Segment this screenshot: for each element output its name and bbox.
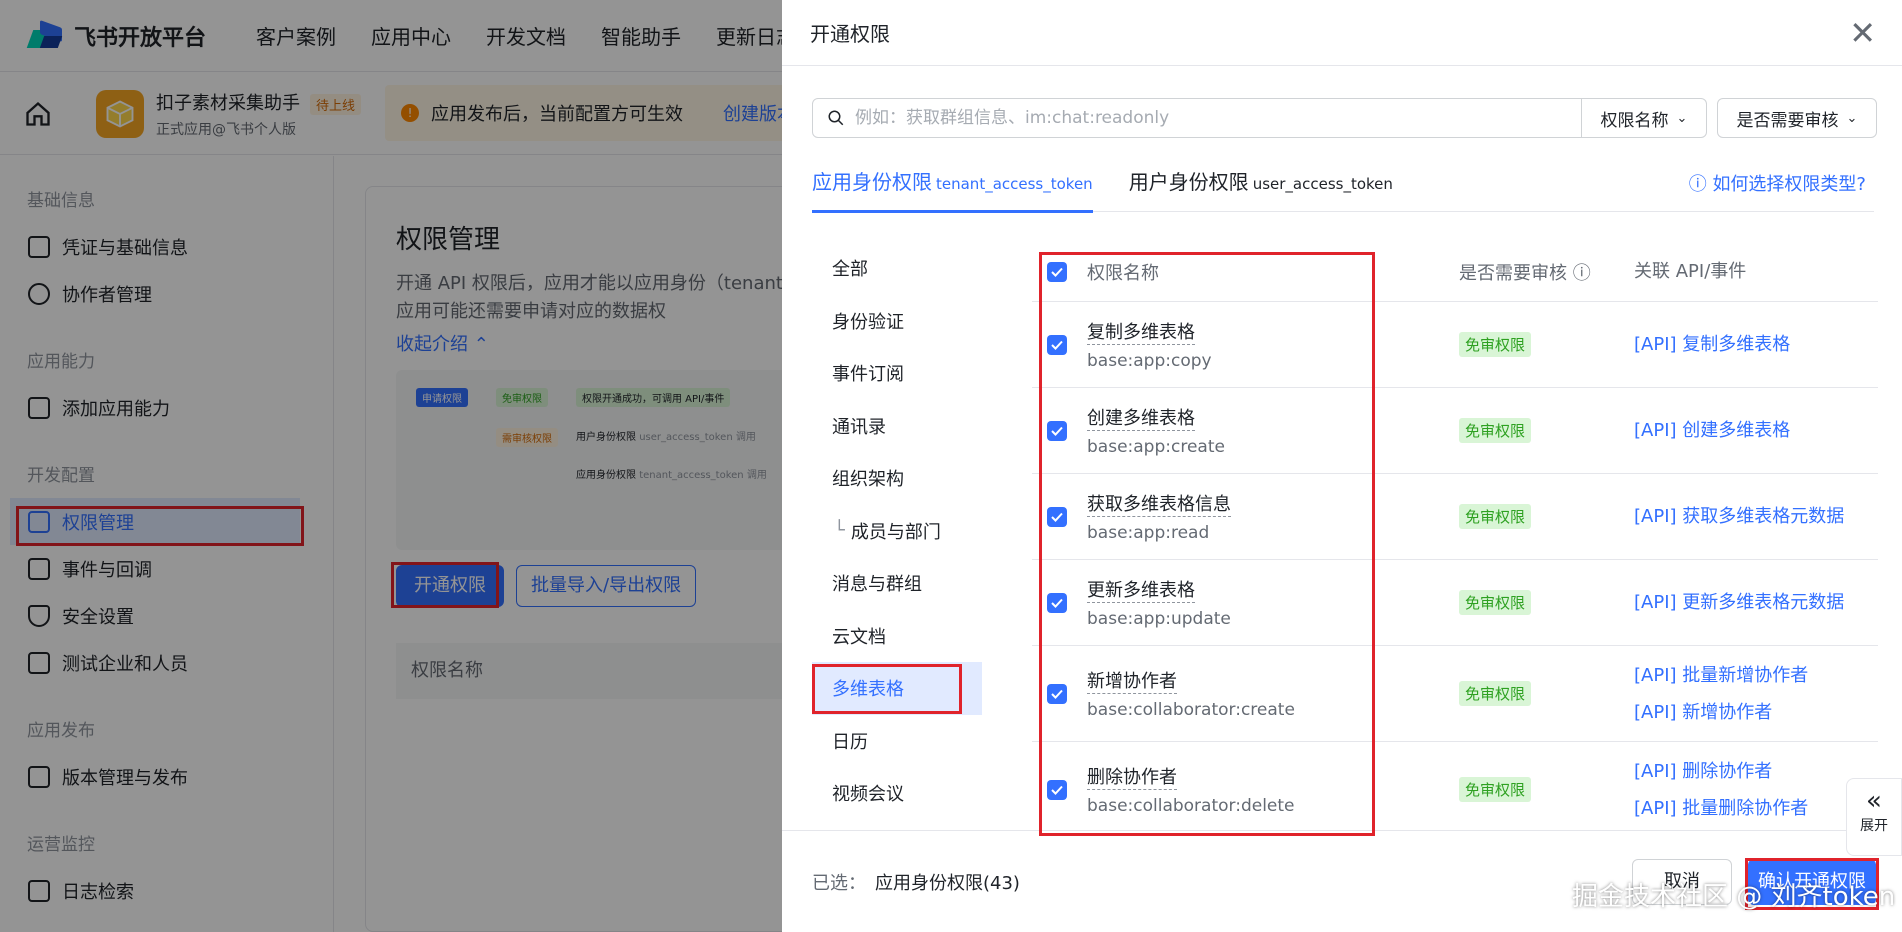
tab-user-permissions[interactable]: 用户身份权限 user_access_token: [1129, 166, 1393, 212]
col-permission-name: 权限名称: [1087, 262, 1159, 284]
expand-panel-button[interactable]: « 展开: [1846, 778, 1902, 856]
table-row: 更新多维表格 base:app:update 免审权限 [API] 更新多维表格元…: [1032, 560, 1878, 646]
permission-key: base:app:copy: [1087, 351, 1212, 371]
question-circle-icon[interactable]: ⓘ: [1573, 263, 1591, 284]
check-icon: [1051, 689, 1063, 699]
table-row: 创建多维表格 base:app:create 免审权限 [API] 创建多维表格: [1032, 388, 1878, 474]
check-icon: [1051, 785, 1063, 795]
api-link[interactable]: [API] 创建多维表格: [1634, 417, 1854, 444]
search-input[interactable]: [855, 108, 1535, 128]
search-icon: [828, 110, 844, 126]
selected-value: 应用身份权限(43): [875, 873, 1020, 894]
table-row: 删除协作者 base:collaborator:delete 免审权限 [API]…: [1032, 742, 1878, 832]
permission-key: base:app:create: [1087, 437, 1225, 457]
chevron-down-icon: ⌄: [1676, 110, 1688, 126]
check-icon: [1051, 267, 1063, 277]
col-review: 是否需要审核 ⓘ: [1459, 259, 1634, 285]
api-link[interactable]: [API] 新增协作者: [1634, 699, 1854, 726]
permission-key: base:collaborator:delete: [1087, 796, 1295, 816]
category-item-bitable[interactable]: 多维表格: [812, 662, 982, 715]
table-row: 获取多维表格信息 base:app:read 免审权限 [API] 获取多维表格元…: [1032, 474, 1878, 560]
help-label: 如何选择权限类型?: [1712, 174, 1866, 195]
double-chevron-left-icon: «: [1866, 786, 1882, 816]
category-item-auth[interactable]: 身份验证: [812, 295, 982, 348]
category-item-members[interactable]: └ 成员与部门: [812, 505, 982, 558]
row-checkbox[interactable]: [1047, 683, 1067, 704]
tab-sublabel: tenant_access_token: [936, 175, 1093, 193]
api-link[interactable]: [API] 复制多维表格: [1634, 331, 1854, 358]
category-item-messages[interactable]: 消息与群组: [812, 557, 982, 610]
selected-label: 已选：: [812, 873, 866, 894]
review-badge: 免审权限: [1459, 504, 1532, 529]
api-link[interactable]: [API] 删除协作者: [1634, 758, 1854, 785]
review-badge: 免审权限: [1459, 590, 1532, 615]
search-field-select[interactable]: 权限名称 ⌄: [1582, 98, 1707, 138]
permission-key: base:app:read: [1087, 523, 1210, 543]
category-item-contacts[interactable]: 通讯录: [812, 400, 982, 453]
table-row: 复制多维表格 base:app:copy 免审权限 [API] 复制多维表格: [1032, 302, 1878, 388]
row-checkbox[interactable]: [1047, 506, 1067, 527]
expand-label: 展开: [1860, 818, 1888, 834]
tree-branch-icon: └: [834, 520, 845, 542]
drawer-title: 开通权限: [810, 22, 890, 46]
tab-label: 用户身份权限: [1128, 170, 1249, 194]
check-icon: [1051, 426, 1063, 436]
row-checkbox[interactable]: [1047, 592, 1067, 613]
review-filter-select[interactable]: 是否需要审核 ⌄: [1717, 98, 1877, 138]
permission-title: 获取多维表格信息: [1087, 490, 1231, 517]
permission-title: 创建多维表格: [1087, 404, 1195, 431]
api-link[interactable]: [API] 更新多维表格元数据: [1634, 589, 1854, 616]
check-icon: [1051, 340, 1063, 350]
permission-title: 复制多维表格: [1087, 318, 1195, 345]
review-badge: 免审权限: [1459, 777, 1532, 802]
col-review-label: 是否需要审核: [1459, 262, 1567, 284]
permission-type-help-link[interactable]: ⓘ 如何选择权限类型?: [1689, 170, 1866, 196]
select-value: 是否需要审核: [1736, 110, 1839, 131]
check-icon: [1051, 598, 1063, 608]
check-icon: [1051, 512, 1063, 522]
permission-key: base:collaborator:create: [1087, 700, 1295, 720]
watermark: 掘金技术社区 @ 刘齐token: [1572, 882, 1896, 912]
open-permissions-drawer: 开通权限 ✕ 权限名称 ⌄ 是否需要审核 ⌄ 应用身份权限tenant_access…: [782, 0, 1902, 932]
review-badge: 免审权限: [1459, 332, 1532, 357]
api-link[interactable]: [API] 批量新增协作者: [1634, 662, 1854, 689]
permission-table: 权限名称 是否需要审核 ⓘ 关联 API/事件 复制多维表格 base:app:c…: [1032, 242, 1878, 832]
table-header: 权限名称 是否需要审核 ⓘ 关联 API/事件: [1032, 242, 1878, 302]
col-related-api: 关联 API/事件: [1634, 261, 1747, 282]
help-circle-icon: ⓘ: [1688, 174, 1707, 195]
select-all-checkbox[interactable]: [1047, 261, 1067, 282]
modal-overlay[interactable]: [0, 0, 782, 932]
api-link[interactable]: [API] 批量删除协作者: [1634, 795, 1854, 822]
permission-search-box[interactable]: [812, 98, 1582, 138]
category-list: 全部 身份验证 事件订阅 通讯录 组织架构 └ 成员与部门 消息与群组 云文档 多…: [812, 242, 982, 820]
category-item-docs[interactable]: 云文档: [812, 610, 982, 663]
api-link[interactable]: [API] 获取多维表格元数据: [1634, 503, 1854, 530]
permission-title: 更新多维表格: [1087, 576, 1195, 603]
permission-title: 删除协作者: [1087, 763, 1177, 790]
row-checkbox[interactable]: [1047, 420, 1067, 441]
category-item-all[interactable]: 全部: [812, 242, 982, 295]
category-label: 成员与部门: [850, 521, 941, 543]
row-checkbox[interactable]: [1047, 779, 1067, 800]
category-item-vc[interactable]: 视频会议: [812, 767, 982, 820]
category-item-events[interactable]: 事件订阅: [812, 347, 982, 400]
table-row: 新增协作者 base:collaborator:create 免审权限 [API]…: [1032, 646, 1878, 742]
permission-title: 新增协作者: [1087, 667, 1177, 694]
tab-sublabel: user_access_token: [1252, 175, 1393, 193]
tab-tenant-permissions[interactable]: 应用身份权限 tenant_access_token: [812, 166, 1093, 213]
category-item-calendar[interactable]: 日历: [812, 715, 982, 768]
close-icon[interactable]: ✕: [1849, 17, 1876, 49]
chevron-down-icon: ⌄: [1846, 110, 1858, 126]
review-badge: 免审权限: [1459, 418, 1532, 443]
category-item-org[interactable]: 组织架构: [812, 452, 982, 505]
permission-type-tabs: 应用身份权限 tenant_access_token 用户身份权限 user_acc…: [812, 166, 1874, 213]
select-value: 权限名称: [1600, 110, 1669, 131]
review-badge: 免审权限: [1459, 681, 1532, 706]
permission-key: base:app:update: [1087, 609, 1231, 629]
row-checkbox[interactable]: [1047, 334, 1067, 355]
tab-label: 应用身份权限: [812, 170, 932, 194]
